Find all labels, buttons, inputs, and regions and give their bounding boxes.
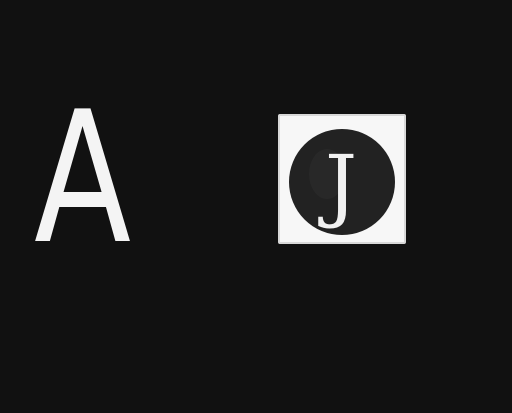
toolbar-fragment: A J: [0, 0, 512, 413]
text-tool-button[interactable]: A: [34, 87, 131, 269]
j-logo-icon: J: [289, 129, 395, 235]
j-app-button[interactable]: J: [278, 114, 406, 244]
